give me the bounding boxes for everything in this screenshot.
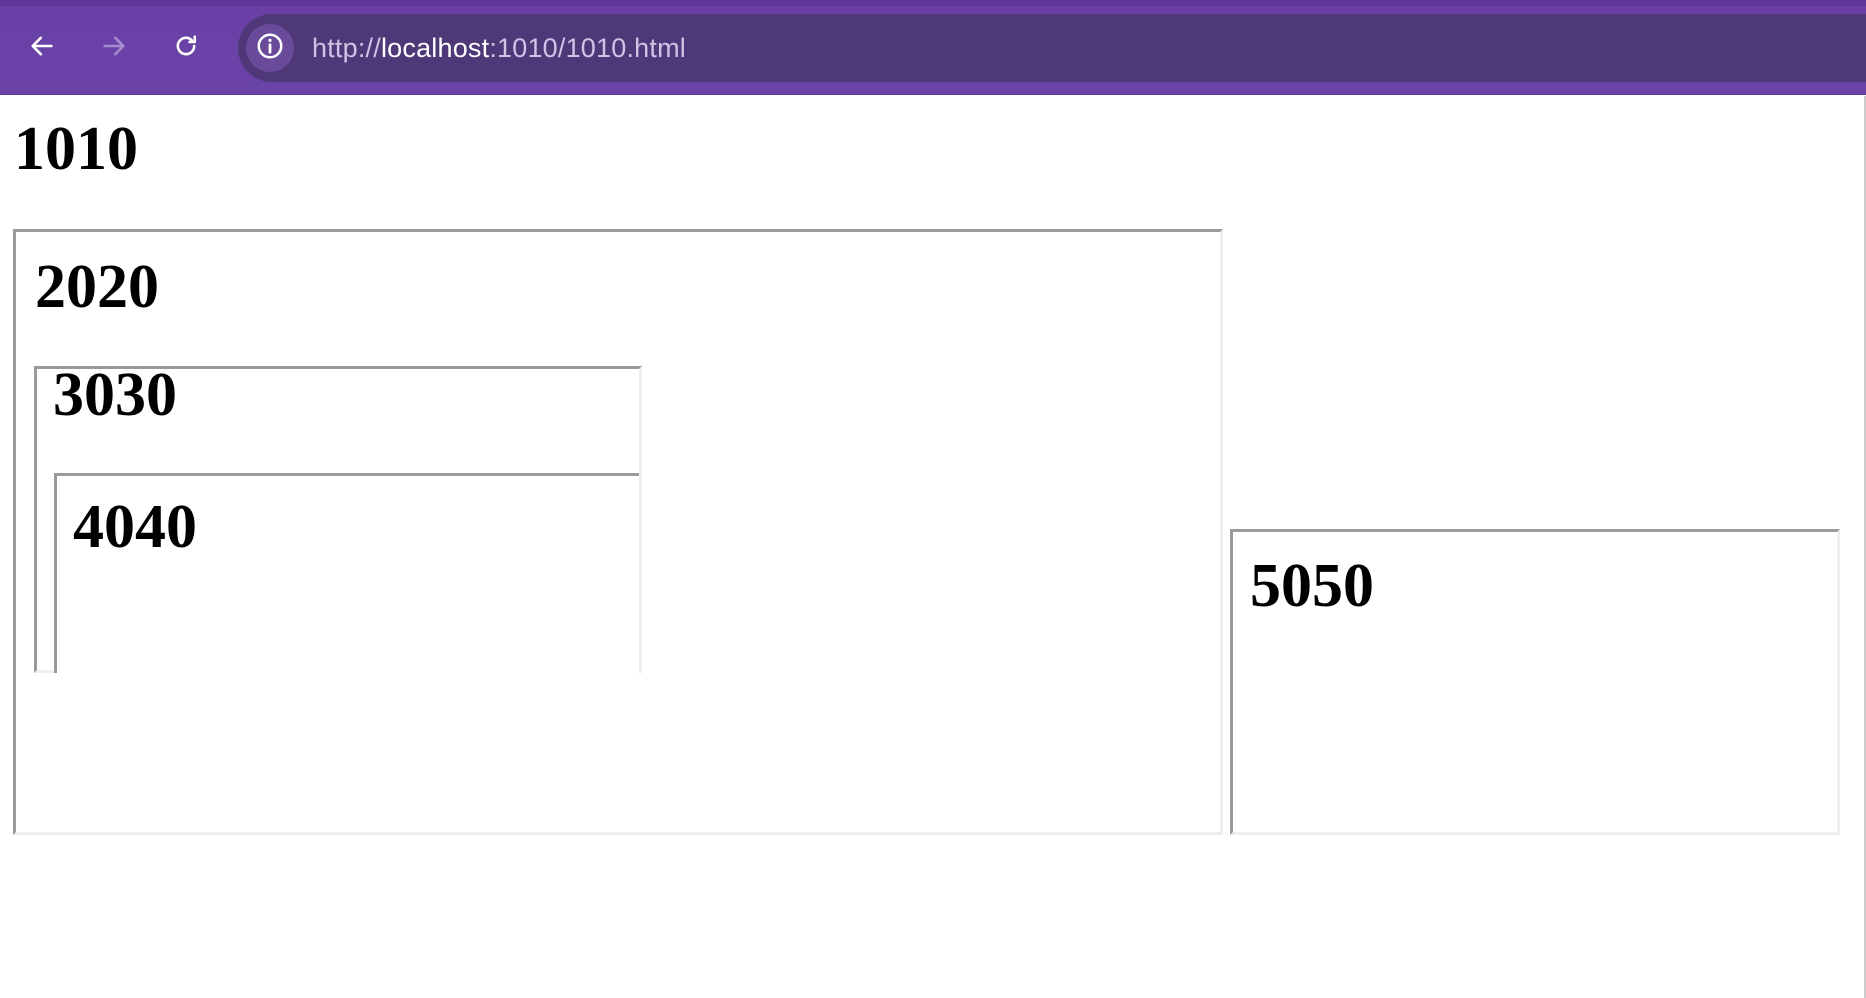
toolbar-top-edge [0,0,1866,6]
box-3030: 3030 4040 [34,361,642,673]
heading-3030: 3030 [53,361,177,429]
heading-5050: 5050 [1250,552,1374,620]
url-text[interactable]: http://localhost:1010/1010.html [312,30,686,66]
heading-4040: 4040 [73,493,197,561]
info-icon [255,31,285,65]
box-2020: 2020 3030 4040 [13,229,1223,835]
url-host: localhost [380,33,490,63]
arrow-left-icon [28,32,56,64]
heading-1010: 1010 [14,115,138,183]
page-content: 1010 2020 3030 4040 5050 [0,96,1866,998]
arrow-right-icon [100,32,128,64]
back-button[interactable] [20,26,64,70]
reload-button[interactable] [164,26,208,70]
browser-toolbar: http://localhost:1010/1010.html [0,0,1866,95]
heading-2020: 2020 [35,253,159,321]
forward-button[interactable] [92,26,136,70]
box-5050: 5050 [1230,529,1840,835]
address-bar[interactable]: http://localhost:1010/1010.html [238,14,1866,82]
url-path: :1010/1010.html [489,33,686,63]
box-4040: 4040 [54,473,639,673]
reload-icon [172,32,200,64]
site-info-button[interactable] [246,24,294,72]
url-scheme: http:// [312,33,381,63]
